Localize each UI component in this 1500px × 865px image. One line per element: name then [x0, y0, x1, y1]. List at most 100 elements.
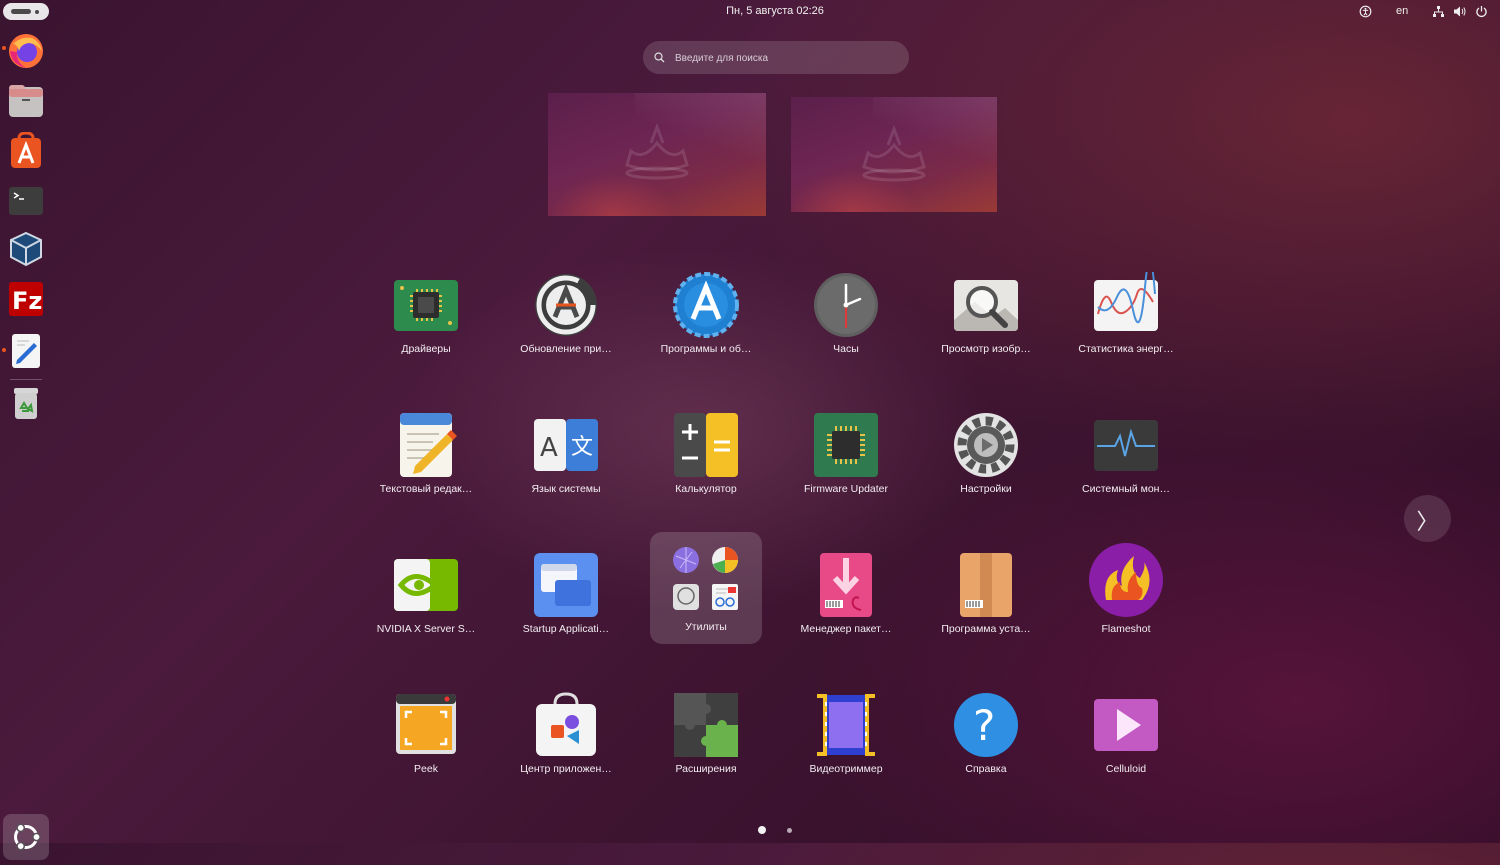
keyboard-layout-indicator[interactable]: en	[1396, 5, 1408, 17]
app-label: Часы	[833, 343, 859, 355]
image-viewer-icon	[954, 280, 1018, 331]
app-label: Celluloid	[1105, 763, 1147, 775]
next-page-button[interactable]: 〉	[1404, 495, 1451, 542]
system-monitor-icon	[1094, 420, 1158, 471]
volume-icon[interactable]	[1453, 5, 1467, 18]
app-label: Драйверы	[401, 343, 451, 355]
svg-text:文: 文	[571, 435, 593, 460]
app-tile[interactable]: Менеджер пакет…	[780, 546, 912, 658]
flameshot-icon	[1089, 543, 1163, 617]
app-tile[interactable]: Настройки	[920, 406, 1052, 518]
app-label: Системный мон…	[1082, 483, 1170, 495]
search-input[interactable]	[673, 41, 903, 76]
clock-datetime[interactable]: Пн, 5 августа 02:26	[0, 5, 1500, 17]
chip-icon	[394, 280, 458, 331]
video-trimmer-icon	[817, 694, 875, 756]
accessibility-icon[interactable]	[1359, 5, 1372, 18]
app-label: Flameshot	[1101, 623, 1151, 635]
app-label: Менеджер пакет…	[800, 623, 892, 635]
app-tile[interactable]: Центр приложен…	[500, 686, 632, 798]
app-label: Справка	[965, 763, 1007, 775]
svg-text:A: A	[540, 433, 558, 463]
terminal-icon[interactable]	[7, 182, 45, 220]
app-label: Обновление при…	[520, 343, 612, 355]
workspace-thumbnail-2[interactable]	[791, 97, 997, 212]
network-icon[interactable]	[1432, 5, 1445, 18]
app-tile[interactable]: Flameshot	[1060, 543, 1192, 658]
chevron-right-icon: 〉	[1416, 509, 1439, 534]
top-bar: Пн, 5 августа 02:26 en	[0, 0, 1500, 24]
page-indicator-2[interactable]	[787, 828, 792, 833]
startup-apps-icon	[534, 553, 598, 617]
app-label: Программа уста…	[941, 623, 1031, 635]
peek-icon	[396, 694, 456, 754]
app-tile[interactable]: Системный мон…	[1060, 406, 1192, 518]
dock: Fz	[0, 24, 52, 860]
app-tile[interactable]: ? Справка	[920, 686, 1052, 798]
clock-icon	[814, 273, 878, 337]
app-label: Peek	[414, 763, 438, 775]
app-label: Firmware Updater	[803, 483, 889, 495]
app-tile[interactable]: Peek	[360, 686, 492, 798]
search-icon	[654, 52, 665, 63]
svg-text:Fz: Fz	[12, 287, 42, 315]
app-tile[interactable]: Просмотр изобр…	[920, 266, 1052, 378]
software-updater-icon	[535, 274, 597, 336]
wallpaper-crown-icon	[862, 124, 926, 182]
trash-icon[interactable]	[7, 384, 45, 422]
filezilla-icon[interactable]: Fz	[7, 280, 45, 318]
language-icon: A 文	[534, 419, 598, 471]
app-tile[interactable]: Калькулятор	[640, 406, 772, 518]
svg-text:?: ?	[973, 701, 995, 750]
app-tile[interactable]: Расширения	[640, 686, 772, 798]
app-tile[interactable]: Программа уста…	[920, 546, 1052, 658]
app-label: Статистика энерг…	[1078, 343, 1174, 355]
app-label: Программы и об…	[660, 343, 752, 355]
app-label: Язык системы	[531, 483, 601, 495]
app-tile[interactable]: A 文 Язык системы	[500, 406, 632, 518]
text-editor-icon	[400, 413, 457, 477]
app-tile[interactable]: Startup Applicati…	[500, 546, 632, 658]
app-tile[interactable]: Драйверы	[360, 266, 492, 378]
search-bar[interactable]	[643, 41, 909, 76]
package-installer-icon	[960, 553, 1012, 617]
workspace-thumbnail-1[interactable]	[548, 93, 766, 216]
text-editor-icon[interactable]	[7, 332, 45, 370]
page-indicator-1[interactable]	[758, 826, 766, 834]
app-folder-utilities[interactable]: Утилиты	[650, 532, 762, 644]
nvidia-icon	[394, 559, 458, 611]
app-center-icon[interactable]	[7, 132, 45, 170]
app-tile[interactable]: Видеотриммер	[780, 686, 912, 798]
app-center-icon	[536, 692, 596, 756]
firefox-icon[interactable]	[7, 32, 45, 70]
app-label: Видеотриммер	[809, 763, 883, 775]
wallpaper-crown-icon	[625, 122, 689, 180]
app-label: Текстовый редак…	[379, 483, 473, 495]
app-tile[interactable]: Текстовый редак…	[360, 406, 492, 518]
app-tile[interactable]: NVIDIA X Server S…	[360, 546, 492, 658]
app-tile[interactable]: Программы и об…	[640, 266, 772, 378]
extensions-icon	[674, 693, 738, 757]
virtualbox-icon[interactable]	[7, 230, 45, 268]
show-apps-button[interactable]	[3, 814, 49, 860]
app-label: Настройки	[960, 483, 1012, 495]
app-label: Просмотр изобр…	[941, 343, 1031, 355]
ubuntu-logo-icon	[14, 823, 41, 851]
folder-utilities-icon	[673, 547, 738, 610]
help-icon: ?	[954, 693, 1018, 757]
running-indicator	[2, 348, 6, 352]
app-label: Startup Applicati…	[522, 623, 610, 635]
app-tile[interactable]: Celluloid	[1060, 686, 1192, 798]
package-manager-icon	[820, 553, 872, 617]
app-tile[interactable]: Firmware Updater	[780, 406, 912, 518]
app-tile[interactable]: Статистика энерг…	[1060, 266, 1192, 378]
files-icon[interactable]	[7, 82, 45, 120]
app-label: Утилиты	[685, 621, 727, 633]
running-indicator	[2, 46, 6, 50]
app-label: Центр приложен…	[520, 763, 612, 775]
power-icon[interactable]	[1475, 5, 1488, 18]
dock-separator	[10, 379, 42, 380]
firmware-chip-icon	[814, 413, 878, 477]
app-tile[interactable]: Часы	[780, 266, 912, 378]
app-tile[interactable]: Обновление при…	[500, 266, 632, 378]
